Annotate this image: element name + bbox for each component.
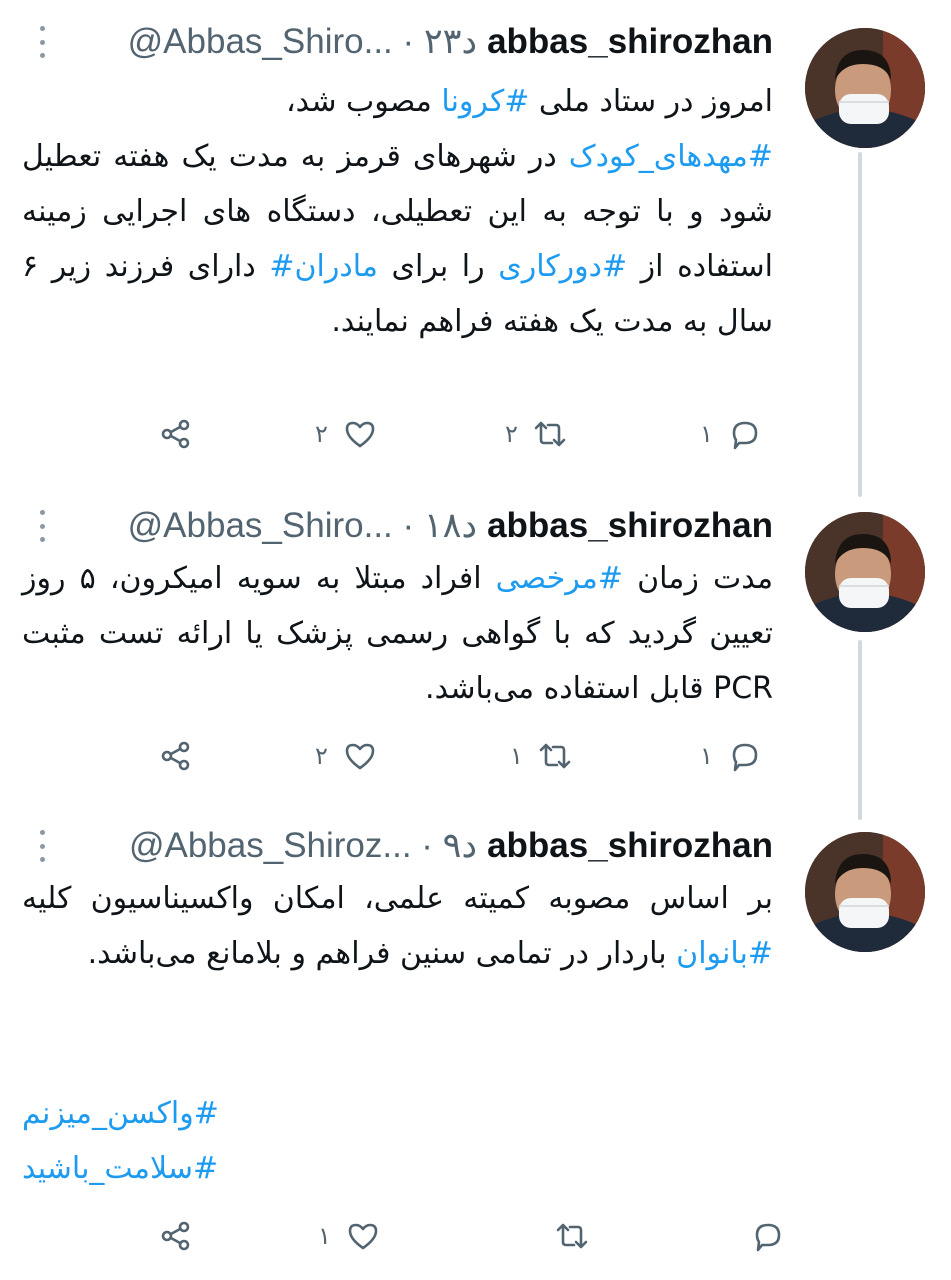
reply-button[interactable]: ۱ <box>700 412 763 456</box>
avatar-photo-icon <box>805 512 925 632</box>
hashtag-link[interactable]: #سلامت_باشید <box>22 1141 773 1196</box>
reply-icon <box>732 743 758 772</box>
reply-button[interactable] <box>736 1214 786 1258</box>
tweet-actions: ۱ ۲ ۲ <box>0 412 951 456</box>
avatar-photo-icon <box>805 28 925 148</box>
reply-count: ۱ <box>700 420 713 448</box>
share-icon <box>161 419 190 449</box>
tweet[interactable]: abbas_shirozhan @Abbas_Shiro... · ۱۸د مد… <box>0 506 951 786</box>
more-options-icon[interactable] <box>36 26 48 58</box>
hashtag-link[interactable]: #کرونا <box>441 84 529 119</box>
avatar[interactable] <box>805 832 925 952</box>
share-icon <box>161 1221 190 1251</box>
tweet-text: امروز در ستاد ملی #کرونا مصوب شد، #مهدها… <box>22 74 773 349</box>
like-icon <box>345 421 375 448</box>
share-button[interactable] <box>158 734 194 778</box>
like-count: ۱ <box>318 1222 331 1250</box>
more-options-icon[interactable] <box>36 510 48 542</box>
like-button[interactable]: ۲ <box>315 734 378 778</box>
hashtag-link[interactable]: #واکسن_میزنم <box>22 1086 773 1141</box>
username[interactable]: abbas_shirozhan <box>487 506 773 546</box>
like-count: ۲ <box>315 420 328 448</box>
hashtag-list: #واکسن_میزنم #سلامت_باشید <box>22 1086 773 1196</box>
reply-icon <box>732 421 758 450</box>
reply-count: ۱ <box>700 742 713 770</box>
more-options-icon[interactable] <box>36 830 48 862</box>
avatar-photo-icon <box>805 832 925 952</box>
handle-and-time[interactable]: @Abbas_Shiro... · ۲۳د <box>128 22 477 62</box>
like-count: ۲ <box>315 742 328 770</box>
like-button[interactable]: ۱ <box>318 1214 381 1258</box>
handle-and-time[interactable]: @Abbas_Shiroz... · ۹د <box>129 826 477 866</box>
tweet-text: مدت زمان #مرخصی افراد مبتلا به سویه امیک… <box>22 551 773 716</box>
hashtag-link[interactable]: مادران# <box>269 249 378 284</box>
username[interactable]: abbas_shirozhan <box>487 22 773 62</box>
tweet-header: abbas_shirozhan @Abbas_Shiro... · ۱۸د <box>128 506 773 546</box>
like-button[interactable]: ۲ <box>315 412 378 456</box>
avatar[interactable] <box>805 512 925 632</box>
text-segment: امروز در ستاد ملی <box>529 84 773 119</box>
tweet-actions: ۱ <box>0 1214 951 1258</box>
hashtag-link[interactable]: #دورکاری <box>498 249 627 284</box>
retweet-icon <box>539 743 571 769</box>
tweet-text: بر اساس مصوبه کمیته علمی، امکان واکسیناس… <box>22 871 773 981</box>
reply-icon <box>755 1223 781 1252</box>
retweet-count: ۱ <box>510 742 523 770</box>
retweet-count: ۲ <box>505 420 518 448</box>
reply-button[interactable]: ۱ <box>700 734 763 778</box>
hashtag-link[interactable]: #بانوان <box>676 936 773 971</box>
text-segment: را برای <box>377 249 499 284</box>
retweet-icon <box>556 1223 588 1249</box>
tweet[interactable]: abbas_shirozhan @Abbas_Shiro... · ۲۳د ام… <box>0 22 951 462</box>
share-button[interactable] <box>158 412 194 456</box>
text-segment: مصوب شد، <box>285 84 442 119</box>
share-icon <box>161 741 190 771</box>
like-icon <box>348 1223 378 1250</box>
retweet-button[interactable] <box>540 1214 590 1258</box>
tweet-header: abbas_shirozhan @Abbas_Shiro... · ۲۳د <box>128 22 773 62</box>
retweet-button[interactable]: ۲ <box>505 412 568 456</box>
like-icon <box>345 743 375 770</box>
text-segment: باردار در تمامی سنین فراهم و بلامانع می‌… <box>87 936 677 971</box>
handle-and-time[interactable]: @Abbas_Shiro... · ۱۸د <box>128 506 477 546</box>
share-button[interactable] <box>158 1214 194 1258</box>
hashtag-link[interactable]: #مهدهای_کودک <box>569 139 773 174</box>
tweet[interactable]: abbas_shirozhan @Abbas_Shiroz... · ۹د بر… <box>0 826 951 1266</box>
hashtag-link[interactable]: #مرخصی <box>496 561 623 596</box>
retweet-icon <box>534 421 566 447</box>
tweet-actions: ۱ ۱ ۲ <box>0 734 951 778</box>
avatar[interactable] <box>805 28 925 148</box>
username[interactable]: abbas_shirozhan <box>487 826 773 866</box>
text-segment: بر اساس مصوبه کمیته علمی، امکان واکسیناس… <box>22 881 773 916</box>
retweet-button[interactable]: ۱ <box>510 734 573 778</box>
text-segment: مدت زمان <box>623 561 774 596</box>
tweet-header: abbas_shirozhan @Abbas_Shiroz... · ۹د <box>129 826 773 866</box>
